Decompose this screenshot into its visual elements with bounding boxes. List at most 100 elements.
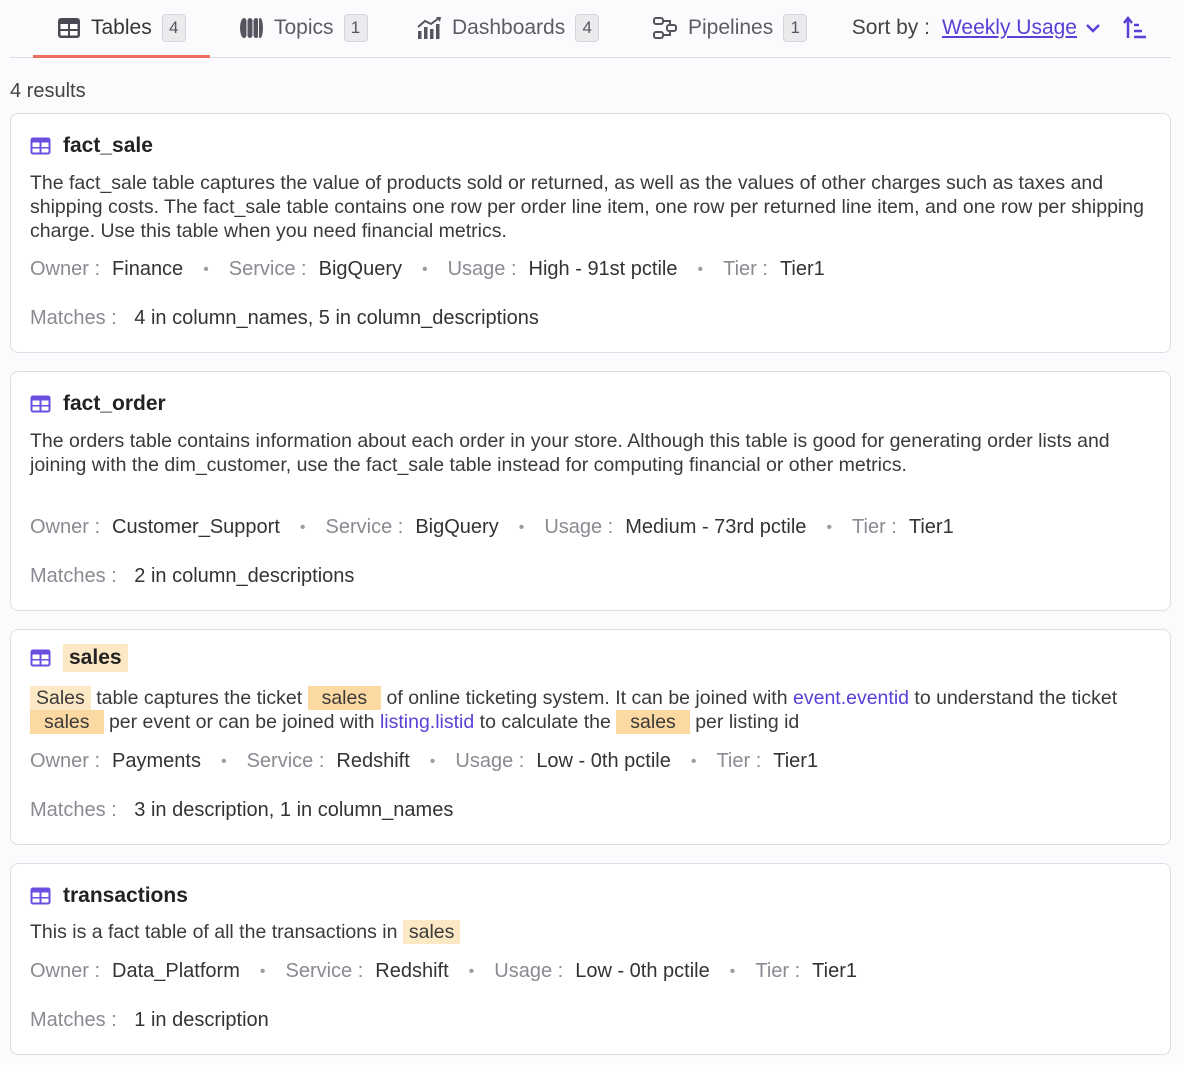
usage-label: Usage : <box>455 750 525 772</box>
tab-tables-count: 4 <box>161 14 186 42</box>
card-description: This is a fact table of all the transact… <box>30 920 1148 944</box>
usage-value: Low - 0th pctile <box>575 960 710 982</box>
result-card[interactable]: fact_sale The fact_sale table captures t… <box>10 113 1171 353</box>
search-highlight: sales <box>616 710 690 734</box>
tab-bar: Tables 4 Topics 1 Dashboards 4 Pipelines… <box>10 0 1171 58</box>
sort-ascending-icon[interactable] <box>1123 16 1147 40</box>
service-value: Redshift <box>336 750 410 772</box>
matches-value: 1 in description <box>134 1009 269 1031</box>
separator-dot: • <box>697 260 704 278</box>
usage-label: Usage : <box>494 960 564 982</box>
usage-label: Usage : <box>544 516 614 538</box>
description-text: per event or can be joined with <box>103 711 380 733</box>
entity-link-listing-listid[interactable]: listing.listid <box>380 711 474 733</box>
usage-value: High - 91st pctile <box>528 258 678 280</box>
service-label: Service : <box>228 258 307 280</box>
separator-dot: • <box>421 260 428 278</box>
service-label: Service : <box>325 516 404 538</box>
separator-dot: • <box>429 752 436 770</box>
tab-dashboards-label: Dashboards <box>452 16 566 39</box>
results-count: 4 results <box>10 80 86 102</box>
matches-label: Matches : <box>30 1009 117 1031</box>
separator-dot: • <box>203 260 209 278</box>
owner-value: Finance <box>112 258 184 280</box>
card-description: The orders table contains information ab… <box>30 430 1110 476</box>
card-title[interactable]: sales <box>30 644 128 672</box>
dashboard-icon <box>416 16 442 40</box>
search-highlight: sales <box>30 710 104 734</box>
description-text: to calculate the <box>474 711 617 733</box>
tab-dashboards[interactable]: Dashboards 4 <box>416 0 600 56</box>
matches-value: 4 in column_names, 5 in column_descripti… <box>134 307 539 329</box>
card-name: transactions <box>63 884 188 907</box>
tier-value: Tier1 <box>812 960 857 982</box>
card-title[interactable]: transactions <box>30 884 188 908</box>
tab-topics[interactable]: Topics 1 <box>239 0 368 56</box>
owner-value: Customer_Support <box>112 516 280 538</box>
card-title[interactable]: fact_order <box>30 392 166 416</box>
sort-control: Sort by : Weekly Usage <box>852 0 1147 56</box>
card-meta: Owner : Customer_Support • Service : Big… <box>30 516 954 539</box>
owner-label: Owner : <box>30 750 101 772</box>
card-meta: Owner : Data_Platform • Service : Redshi… <box>30 960 857 983</box>
tab-topics-count: 1 <box>343 14 368 42</box>
result-card[interactable]: sales Sales table captures the ticket sa… <box>10 629 1171 845</box>
separator-dot: • <box>690 752 697 770</box>
pipeline-icon <box>652 16 678 40</box>
matches-label: Matches : <box>30 799 117 821</box>
tier-value: Tier1 <box>779 258 825 280</box>
separator-dot: • <box>826 518 833 536</box>
separator-dot: • <box>259 962 266 980</box>
tab-pipelines[interactable]: Pipelines 1 <box>652 0 808 56</box>
card-description: Sales table captures the ticket sales of… <box>30 686 1148 734</box>
card-matches: Matches : 3 in description, 1 in column_… <box>30 799 453 822</box>
separator-dot: • <box>729 962 736 980</box>
description-text: to understand the ticket <box>909 687 1118 709</box>
service-value: Redshift <box>375 960 449 982</box>
owner-value: Payments <box>112 750 201 772</box>
result-card[interactable]: transactions This is a fact table of all… <box>10 863 1171 1055</box>
card-title[interactable]: fact_sale <box>30 134 153 158</box>
table-icon <box>30 395 51 413</box>
tier-label: Tier : <box>716 750 762 772</box>
separator-dot: • <box>299 518 306 536</box>
service-label: Service : <box>246 750 325 772</box>
tier-value: Tier1 <box>908 516 954 538</box>
card-matches: Matches : 1 in description <box>30 1009 269 1032</box>
separator-dot: • <box>468 962 475 980</box>
description-text: of online ticketing system. It can be jo… <box>381 687 793 709</box>
card-matches: Matches : 4 in column_names, 5 in column… <box>30 307 539 330</box>
search-highlight: sales <box>402 920 461 944</box>
description-text: per listing id <box>689 711 800 733</box>
tab-tables[interactable]: Tables 4 <box>33 0 210 58</box>
owner-label: Owner : <box>30 258 101 280</box>
matches-value: 2 in column_descriptions <box>134 565 355 587</box>
matches-value: 3 in description, 1 in column_names <box>134 799 454 821</box>
description-text: This is a fact table of all the transact… <box>30 921 403 943</box>
tier-value: Tier1 <box>773 750 819 772</box>
entity-link-event-eventid[interactable]: event.eventid <box>793 687 909 709</box>
result-card[interactable]: fact_order The orders table contains inf… <box>10 371 1171 611</box>
description-text: table captures the ticket <box>90 687 308 709</box>
owner-label: Owner : <box>30 516 101 538</box>
tab-topics-label: Topics <box>274 16 334 39</box>
search-highlight: sales <box>307 686 382 710</box>
tier-label: Tier : <box>755 960 801 982</box>
card-name: sales <box>63 644 128 672</box>
usage-value: Medium - 73rd pctile <box>625 516 807 538</box>
service-value: BigQuery <box>415 516 499 538</box>
card-meta: Owner : Finance • Service : BigQuery • U… <box>30 258 825 281</box>
table-icon <box>30 649 51 667</box>
usage-label: Usage : <box>447 258 517 280</box>
separator-dot: • <box>518 518 525 536</box>
card-matches: Matches : 2 in column_descriptions <box>30 565 354 588</box>
table-icon <box>30 137 51 155</box>
tab-pipelines-count: 1 <box>783 14 808 42</box>
sort-label: Sort by : <box>851 16 930 39</box>
tab-pipelines-label: Pipelines <box>688 16 774 39</box>
sort-value-dropdown[interactable]: Weekly Usage <box>942 16 1077 40</box>
chevron-down-icon[interactable] <box>1085 22 1101 34</box>
owner-value: Data_Platform <box>112 960 240 982</box>
service-label: Service : <box>285 960 364 982</box>
card-meta: Owner : Payments • Service : Redshift • … <box>30 750 818 773</box>
